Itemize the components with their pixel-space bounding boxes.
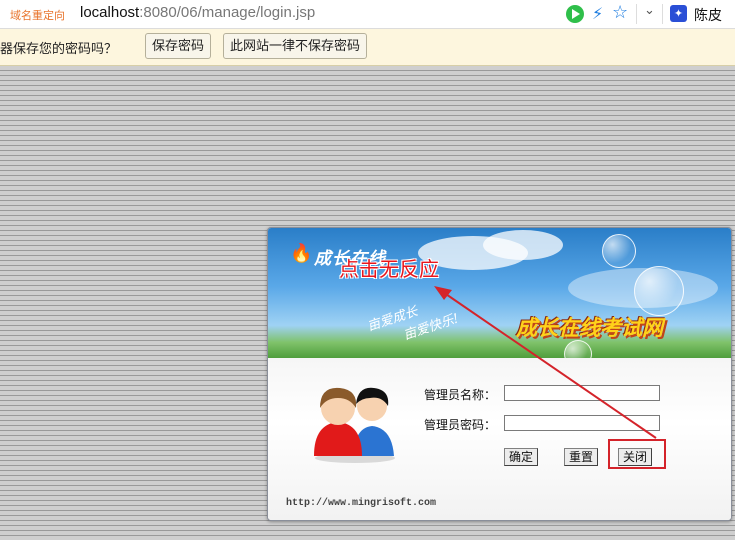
save-password-message: 器保存您的密码吗？ (0, 42, 118, 57)
url-field[interactable]: localhost:8080/06/manage/login.jsp (80, 4, 315, 21)
admin-password-label: 管理员密码： (424, 418, 497, 432)
confirm-button[interactable]: 确定 (504, 448, 539, 466)
login-banner: 🔥 成长在线 亩爱成长 亩爱快乐! 成长在线考试网 (268, 228, 731, 368)
admin-name-input[interactable] (504, 385, 660, 401)
star-icon[interactable]: ☆ (612, 2, 628, 23)
footer-url: http://www.mingrisoft.com (286, 498, 437, 509)
divider (662, 4, 663, 24)
divider (636, 4, 637, 24)
login-window: 🔥 成长在线 亩爱成长 亩爱快乐! 成长在线考试网 管理员名称： 管理员密码： … (267, 227, 732, 521)
user-name[interactable]: 陈皮 (694, 5, 722, 25)
site-title: 成长在线考试网 (516, 316, 663, 340)
save-password-button[interactable]: 保存密码 (145, 33, 212, 59)
bolt-icon[interactable]: ⚡ (592, 4, 603, 23)
flame-icon: 🔥 (290, 243, 313, 264)
annotation-highlight-box (608, 439, 666, 469)
annotation-text: 点击无反应 (339, 257, 439, 281)
paw-icon[interactable]: ✦ (670, 5, 687, 22)
redirect-tag[interactable]: 域名重定向 (10, 7, 65, 23)
never-save-password-button[interactable]: 此网站一律不保存密码 (223, 33, 368, 59)
bubble (634, 266, 684, 316)
cloud (483, 230, 563, 260)
reset-button[interactable]: 重置 (564, 448, 599, 466)
admin-name-label: 管理员名称： (424, 388, 497, 402)
users-avatar-icon (314, 387, 395, 463)
bubble (602, 234, 636, 268)
save-password-bar: 器保存您的密码吗？ 保存密码 此网站一律不保存密码 (0, 29, 735, 66)
url-path: :8080/06/manage/login.jsp (139, 4, 316, 21)
chevron-down-icon[interactable]: ⌄ (644, 3, 655, 18)
play-icon[interactable] (566, 5, 584, 23)
url-host: localhost (80, 4, 140, 21)
admin-password-input[interactable] (504, 415, 660, 431)
address-bar: 域名重定向 localhost:8080/06/manage/login.jsp… (0, 0, 735, 29)
